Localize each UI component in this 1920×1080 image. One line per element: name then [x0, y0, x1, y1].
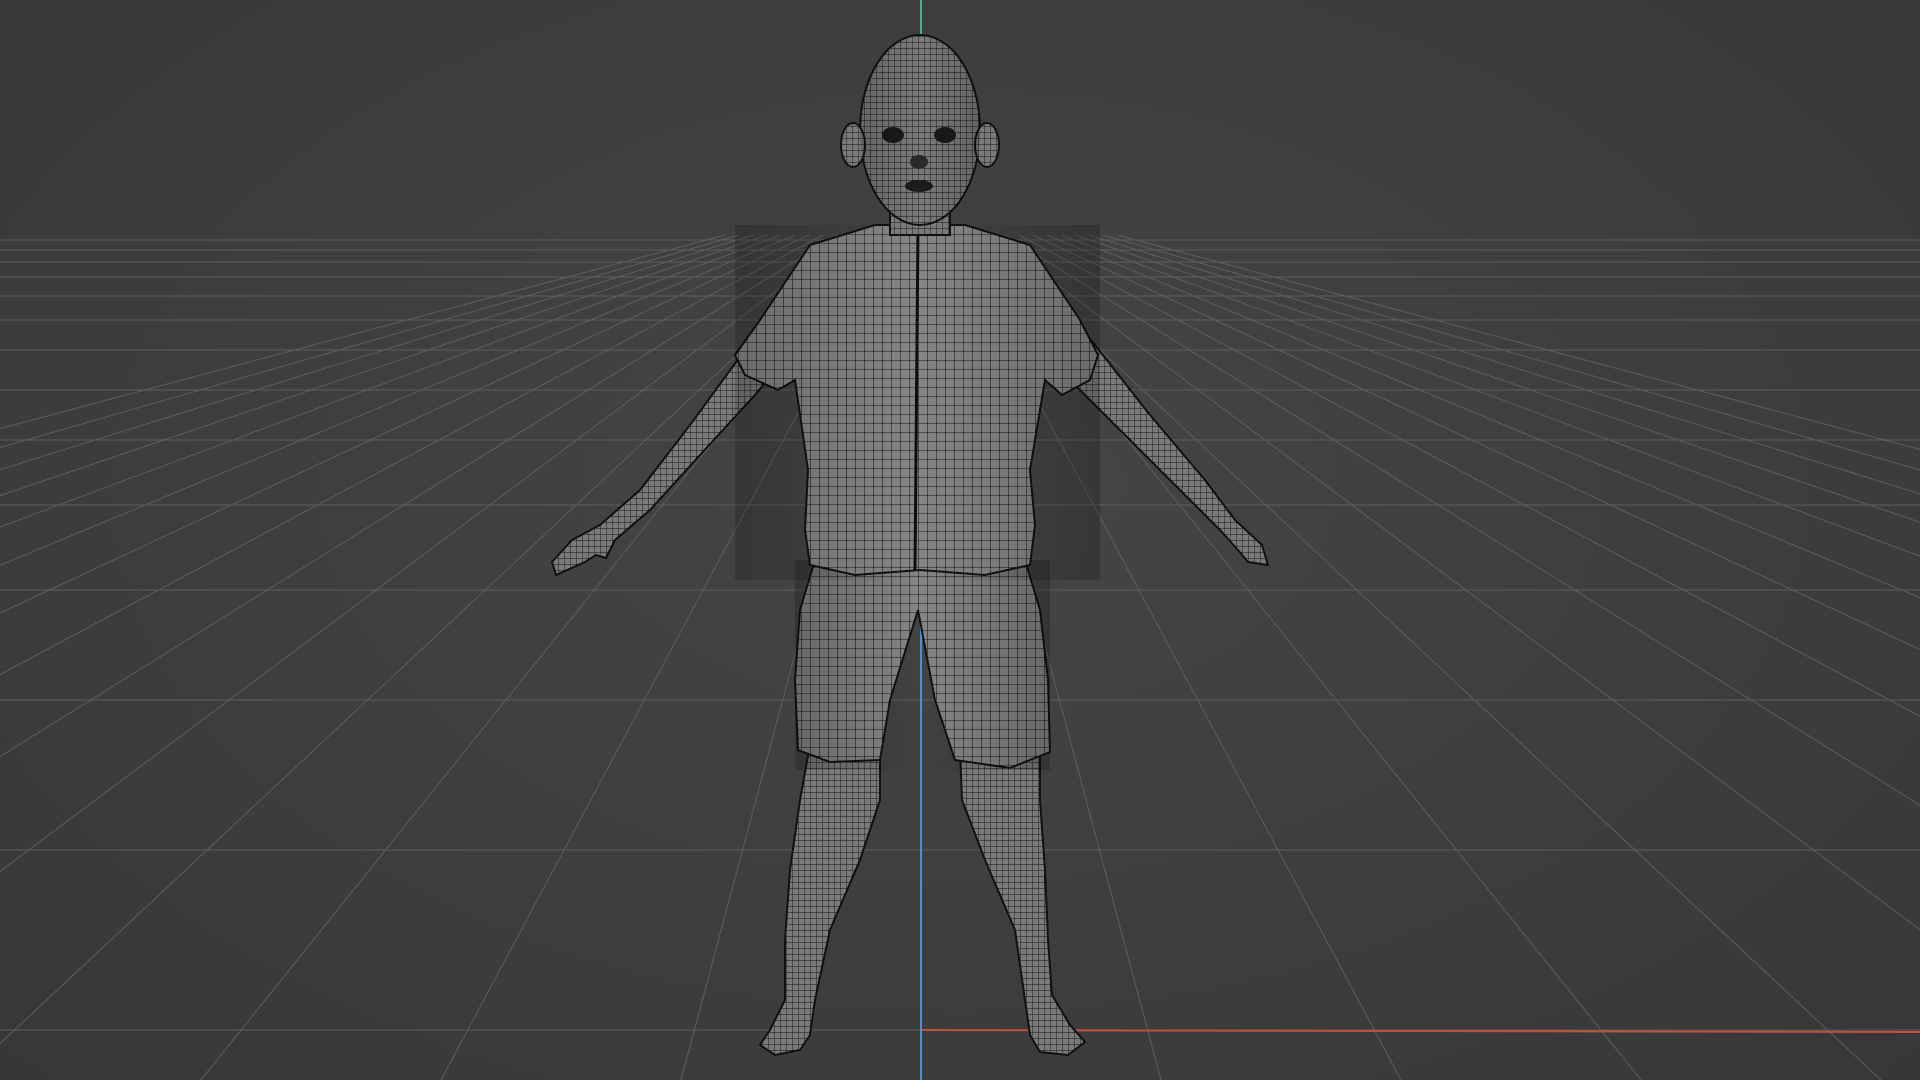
right-leg [958, 749, 1087, 1057]
grid-line-radial [0, 234, 740, 449]
grid-line-radial [0, 234, 768, 497]
grid-line-radial [1074, 234, 1920, 523]
grid-line-radial [0, 234, 782, 528]
grid-line-radial [1046, 234, 1920, 599]
grid-line-radial [1032, 234, 1920, 651]
3d-viewport[interactable] [0, 0, 1920, 1080]
grid-line-radial [1102, 234, 1920, 471]
head-shade [860, 35, 980, 225]
grid-line-radial [0, 234, 796, 566]
character-mesh[interactable] [550, 34, 1270, 1057]
grid-line-radial [1004, 234, 1920, 806]
viewport-canvas[interactable] [0, 0, 1920, 1080]
grid-line-radial [0, 234, 838, 758]
grid-line-radial [0, 234, 754, 471]
grid-line-radial [1088, 234, 1920, 495]
grid-line-radial [0, 234, 824, 676]
grid-line-radial [0, 234, 810, 614]
grid-line-radial [976, 234, 1882, 1080]
grid-line-radial [1116, 234, 1920, 450]
shorts-shade [795, 560, 1050, 770]
grid-line-radial [1060, 234, 1920, 557]
grid-line-radial [1018, 234, 1920, 717]
grid-line-radial [0, 234, 852, 872]
grid-line-radial [0, 234, 726, 430]
left-leg [758, 743, 881, 1057]
grid-line-radial [990, 234, 1920, 931]
